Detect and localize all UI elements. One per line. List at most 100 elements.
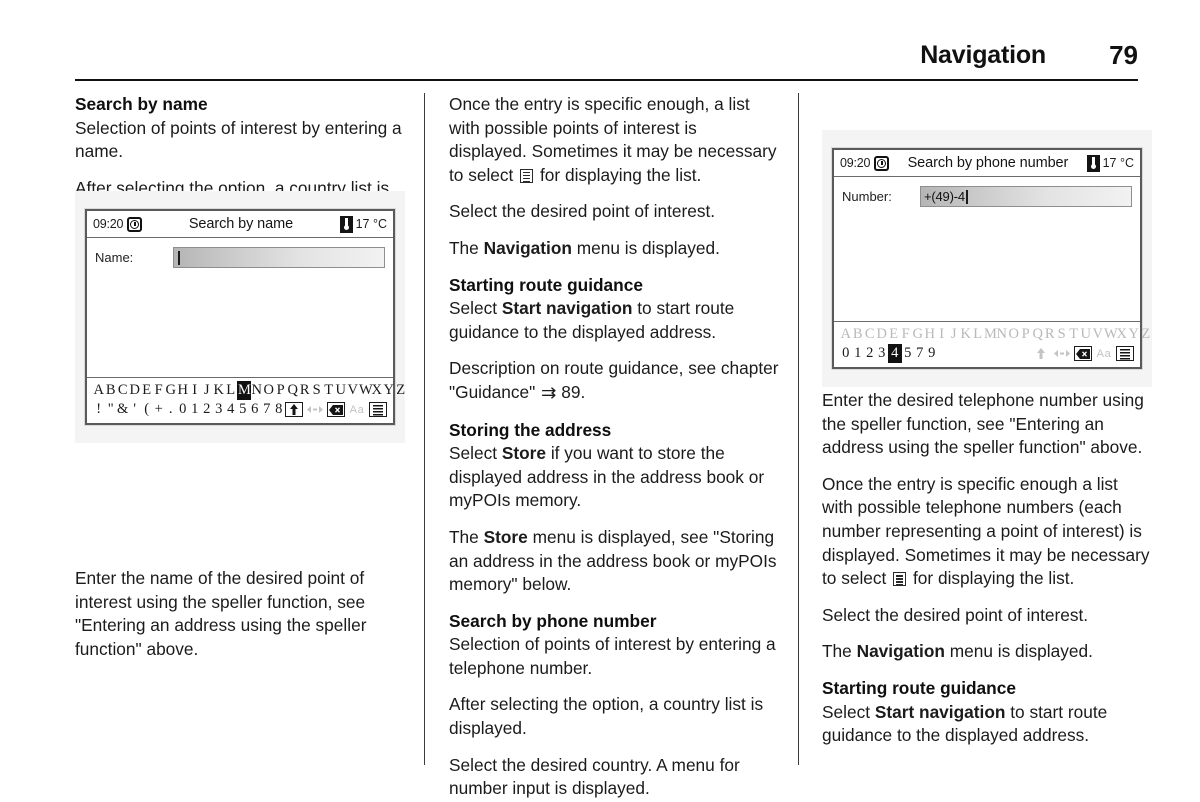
key-A[interactable]: A	[93, 382, 105, 399]
key-A[interactable]: A	[840, 326, 852, 343]
key-5[interactable]: 5	[902, 345, 914, 362]
key-4[interactable]: 4	[888, 344, 902, 363]
key-J[interactable]: J	[948, 326, 960, 343]
key-0[interactable]: 0	[177, 401, 189, 418]
key-X[interactable]: X	[371, 382, 383, 399]
key-9[interactable]: 9	[926, 345, 938, 362]
key-3[interactable]: 3	[213, 401, 225, 418]
key-3[interactable]: 3	[876, 345, 888, 362]
key-V[interactable]: V	[347, 382, 359, 399]
key-8[interactable]: 8	[273, 401, 285, 418]
key-H[interactable]: H	[177, 382, 189, 399]
key-J[interactable]: J	[201, 382, 213, 399]
left-right-arrows-icon[interactable]	[306, 402, 324, 417]
symbol-key-row[interactable]: 01234579 Aa	[840, 344, 1134, 363]
keyboard-function-icons[interactable]: Aa	[1032, 346, 1134, 361]
key-F[interactable]: F	[900, 326, 912, 343]
key-D[interactable]: D	[129, 382, 141, 399]
key-Y[interactable]: Y	[1128, 326, 1140, 343]
key-.[interactable]: .	[165, 401, 177, 418]
key-C[interactable]: C	[864, 326, 876, 343]
key-N[interactable]: N	[996, 326, 1008, 343]
heading-search-by-name: Search by name	[75, 94, 208, 114]
key-B[interactable]: B	[852, 326, 864, 343]
key-O[interactable]: O	[263, 382, 275, 399]
key-T[interactable]: T	[323, 382, 335, 399]
key-5[interactable]: 5	[237, 401, 249, 418]
key-P[interactable]: P	[1020, 326, 1032, 343]
key-U[interactable]: U	[1080, 326, 1092, 343]
key-T[interactable]: T	[1068, 326, 1080, 343]
key-W[interactable]: W	[359, 382, 373, 399]
key-&[interactable]: &	[117, 401, 129, 418]
symbol-key-row[interactable]: ! " & '(+. 0 1 2 3 4 5 6 7 8 Aa	[93, 400, 387, 419]
key-![interactable]: !	[93, 401, 105, 418]
key-Y[interactable]: Y	[383, 382, 395, 399]
col3-guidance-bold: Start navigation	[874, 701, 1006, 722]
key-R[interactable]: R	[299, 382, 311, 399]
case-aa-icon[interactable]: Aa	[1095, 346, 1113, 361]
shift-up-icon[interactable]	[285, 402, 303, 417]
key-E[interactable]: E	[141, 382, 153, 399]
key-Q[interactable]: Q	[287, 382, 299, 399]
key-G[interactable]: G	[165, 382, 177, 399]
key-2[interactable]: 2	[201, 401, 213, 418]
key-D[interactable]: D	[876, 326, 888, 343]
col2-storing-pre: Select	[449, 443, 498, 464]
key-7[interactable]: 7	[261, 401, 273, 418]
key-E[interactable]: E	[888, 326, 900, 343]
left-right-arrows-icon[interactable]	[1053, 346, 1071, 361]
key-"[interactable]: "	[105, 401, 117, 418]
symbol-keys[interactable]: ! " & '(+. 0 1 2 3 4 5 6 7 8	[93, 401, 285, 418]
key-H[interactable]: H	[924, 326, 936, 343]
key-O[interactable]: O	[1008, 326, 1020, 343]
list-icon[interactable]	[1116, 346, 1134, 361]
key-4[interactable]: 4	[225, 401, 237, 418]
col2-storing-bold: Store	[501, 443, 547, 464]
key-F[interactable]: F	[153, 382, 165, 399]
backspace-icon[interactable]	[327, 402, 345, 417]
case-aa-icon[interactable]: Aa	[348, 402, 366, 417]
key-M[interactable]: M	[237, 381, 251, 400]
name-input[interactable]	[173, 247, 385, 268]
key-N[interactable]: N	[251, 382, 263, 399]
key-K[interactable]: K	[213, 382, 225, 399]
key-B[interactable]: B	[105, 382, 117, 399]
key-I[interactable]: I	[936, 326, 948, 343]
key-L[interactable]: L	[225, 382, 237, 399]
key-P[interactable]: P	[275, 382, 287, 399]
key-W[interactable]: W	[1104, 326, 1118, 343]
key-Q[interactable]: Q	[1032, 326, 1044, 343]
key-R[interactable]: R	[1044, 326, 1056, 343]
key-I[interactable]: I	[189, 382, 201, 399]
key-G[interactable]: G	[912, 326, 924, 343]
key-'[interactable]: '	[129, 401, 141, 418]
key-Z[interactable]: Z	[1140, 326, 1152, 343]
backspace-icon[interactable]	[1074, 346, 1092, 361]
key-0[interactable]: 0	[840, 345, 852, 362]
number-input[interactable]: +(49)-4	[920, 186, 1132, 207]
key-C[interactable]: C	[117, 382, 129, 399]
list-icon[interactable]	[369, 402, 387, 417]
key-6[interactable]: 6	[249, 401, 261, 418]
key-7[interactable]: 7	[914, 345, 926, 362]
key-S[interactable]: S	[311, 382, 323, 399]
key-1[interactable]: 1	[852, 345, 864, 362]
shift-up-icon[interactable]	[1032, 346, 1050, 361]
key-L[interactable]: L	[972, 326, 984, 343]
alpha-key-row[interactable]: ABCDEFGHIJKLMNOPQRSTUVWXYZ	[840, 325, 1150, 344]
key-S[interactable]: S	[1056, 326, 1068, 343]
key-+[interactable]: +	[153, 401, 165, 418]
key-2[interactable]: 2	[864, 345, 876, 362]
digit-keys[interactable]: 01234579	[840, 344, 938, 363]
key-K[interactable]: K	[960, 326, 972, 343]
alpha-key-row[interactable]: ABCDEFGHIJKLMNOPQRSTUVWXYZ	[93, 381, 405, 400]
key-X[interactable]: X	[1116, 326, 1128, 343]
key-V[interactable]: V	[1092, 326, 1104, 343]
key-M[interactable]: M	[984, 326, 997, 343]
keyboard-function-icons[interactable]: Aa	[285, 402, 387, 417]
key-U[interactable]: U	[335, 382, 347, 399]
key-1[interactable]: 1	[189, 401, 201, 418]
key-([interactable]: (	[141, 401, 153, 418]
key-Z[interactable]: Z	[395, 382, 407, 399]
